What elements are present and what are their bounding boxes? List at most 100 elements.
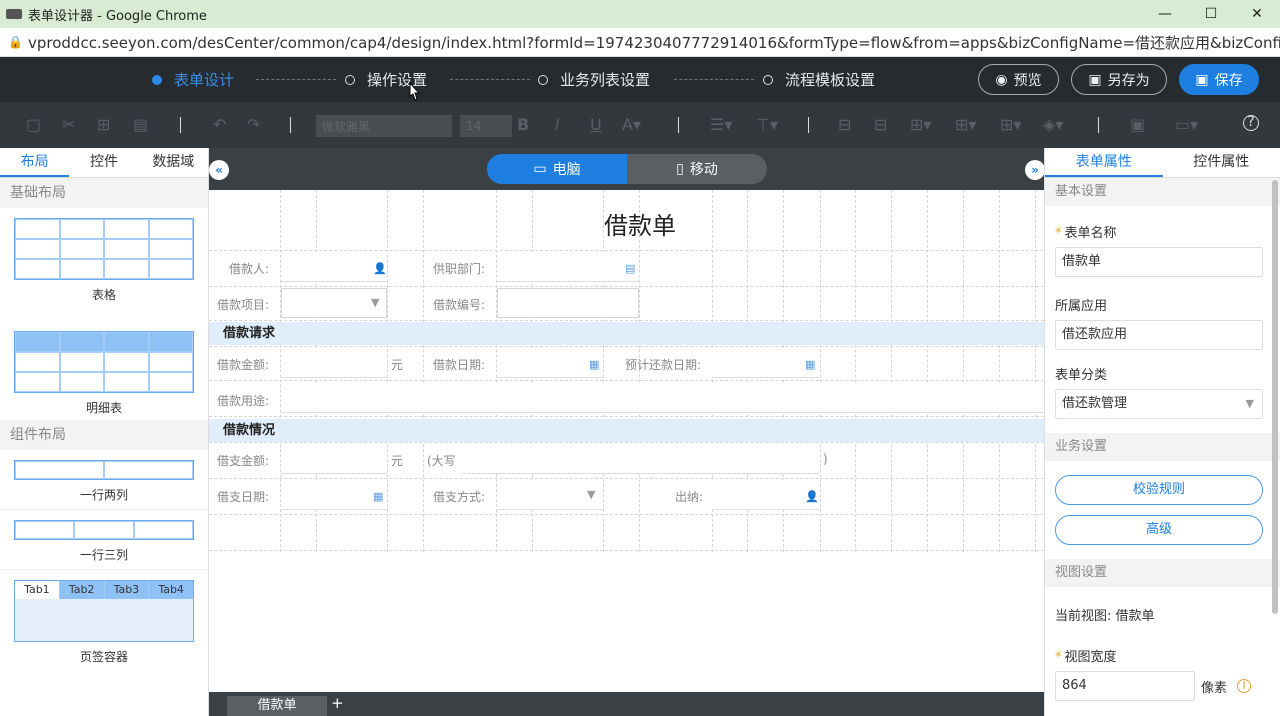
design-canvas-area: « ▭ 电脑 ▯ 移动 » 借款单 借款人: 👤 供职部门: ▤ 借款项目: ▼… — [209, 148, 1045, 716]
section-borrow-status[interactable]: 借款情况 — [209, 419, 1044, 442]
image-icon[interactable]: ▣ — [1130, 115, 1145, 134]
table-layout-item[interactable]: 表格 — [0, 208, 208, 321]
dept-input[interactable] — [497, 252, 639, 282]
merge-cells-icon[interactable]: ⊟ — [838, 115, 851, 134]
detail-table-item[interactable]: 明细表 — [0, 321, 208, 420]
step-connector — [674, 79, 754, 80]
view-tabs-bar: 借款单 + — [209, 692, 1044, 716]
demo-tab: Tab3 — [104, 581, 150, 599]
step-flow-template[interactable]: 流程模板设置 — [763, 69, 875, 90]
split-cells-icon[interactable]: ⊟ — [874, 115, 887, 134]
lock-icon: 🔒 — [8, 35, 23, 49]
app-input[interactable]: 借还款应用 — [1055, 320, 1263, 350]
save-as-button[interactable]: ▣ 另存为 — [1071, 64, 1167, 95]
minimize-button[interactable]: — — [1142, 0, 1188, 28]
field-label: 借款编号: — [433, 298, 486, 312]
font-color-icon[interactable]: A▾ — [622, 115, 641, 134]
underline-icon[interactable]: U — [590, 115, 602, 134]
tab-control-properties[interactable]: 控件属性 — [1163, 148, 1280, 177]
field-label: 预计还款日期: — [625, 358, 702, 372]
tab-container-item[interactable]: Tab1 Tab2 Tab3 Tab4 页签容器 — [0, 570, 208, 664]
italic-icon[interactable]: I — [555, 115, 560, 134]
daxie-input[interactable] — [461, 444, 819, 474]
pay-amount-input[interactable] — [281, 444, 387, 474]
section-borrow-request[interactable]: 借款请求 — [209, 322, 1044, 345]
two-column-item[interactable]: 一行两列 — [0, 450, 208, 510]
font-size-select[interactable]: 14 — [460, 115, 512, 137]
amount-input[interactable] — [281, 348, 387, 378]
window-title: 表单设计器 - Google Chrome — [28, 8, 207, 24]
fill-color-icon[interactable]: ◈▾ — [1043, 115, 1063, 134]
form-canvas[interactable]: 借款单 借款人: 👤 供职部门: ▤ 借款项目: ▼ 借款编号: 借款请求 借款… — [209, 190, 1044, 690]
detail-table-label: 明细表 — [85, 401, 122, 415]
borrower-input[interactable] — [281, 252, 387, 282]
bold-icon[interactable]: B — [517, 115, 529, 134]
phone-icon: ▯ — [676, 161, 684, 177]
tab-form-properties[interactable]: 表单属性 — [1045, 148, 1163, 177]
view-tab[interactable]: 借款单 — [227, 696, 327, 716]
insert-col-icon[interactable]: ⊞▾ — [955, 115, 976, 134]
insert-row-icon[interactable]: ⊞▾ — [910, 115, 931, 134]
field-label: 出纳: — [675, 490, 704, 504]
org-icon: ▤ — [625, 262, 636, 275]
form-name-input[interactable]: 借款单 — [1055, 247, 1263, 277]
table-layout-preview — [14, 218, 194, 280]
border-icon[interactable]: ⊞▾ — [1000, 115, 1021, 134]
calendar-icon: ▦ — [373, 490, 384, 503]
paste-icon[interactable]: ▤ — [133, 115, 148, 134]
step-label: 流程模板设置 — [785, 71, 876, 89]
collapse-left-icon[interactable]: « — [209, 160, 229, 180]
three-column-item[interactable]: 一行三列 — [0, 510, 208, 570]
toolbar-divider — [1098, 117, 1099, 133]
table-icon[interactable]: ⊞ — [97, 115, 110, 134]
info-icon[interactable]: i — [1237, 679, 1252, 693]
pay-date-input[interactable] — [281, 480, 387, 510]
font-family-select[interactable]: 微软雅黑 — [316, 115, 452, 137]
layout-icon[interactable]: ▭▾ — [1175, 115, 1198, 134]
font-family-value: 微软雅黑 — [322, 119, 371, 134]
cashier-input[interactable] — [712, 480, 819, 510]
undo-icon[interactable]: ↶ — [213, 115, 226, 134]
view-width-input[interactable]: 864 — [1055, 671, 1195, 701]
device-mobile-button[interactable]: ▯ 移动 — [627, 154, 767, 184]
redo-icon[interactable]: ↷ — [247, 115, 260, 134]
device-pc-button[interactable]: ▭ 电脑 — [487, 154, 627, 184]
preview-button[interactable]: ◉ 预览 — [978, 64, 1059, 95]
field-label: 借款项目: — [217, 298, 270, 312]
preview-label: 预览 — [1013, 72, 1042, 89]
copy-format-icon[interactable]: ▢ — [26, 115, 41, 134]
tab-layout[interactable]: 布局 — [0, 148, 70, 177]
save-button[interactable]: ▣ 保存 — [1179, 64, 1259, 95]
advanced-button[interactable]: 高级 — [1055, 515, 1263, 545]
step-connector — [256, 79, 336, 80]
step-form-design[interactable]: 表单设计 — [152, 69, 234, 90]
add-view-button[interactable]: + — [331, 694, 344, 712]
address-bar[interactable]: 🔒 vproddcc.seeyon.com/desCenter/common/c… — [0, 28, 1280, 57]
field-label: 借款人: — [229, 262, 270, 276]
demo-tab: Tab2 — [59, 581, 105, 599]
date-input[interactable] — [497, 348, 603, 378]
font-size-value: 14 — [466, 119, 482, 133]
left-panel: 布局 控件 数据域 基础布局 表格 明细表 组件布局 一行两列 一行三列 Tab… — [0, 148, 209, 716]
detail-table-preview — [14, 331, 194, 393]
device-pc-label: 电脑 — [552, 162, 581, 178]
cut-icon[interactable]: ✂ — [62, 115, 75, 134]
right-scrollbar[interactable] — [1272, 180, 1278, 614]
step-biz-list[interactable]: 业务列表设置 — [538, 69, 650, 90]
number-input[interactable] — [497, 288, 639, 318]
repay-date-input[interactable] — [712, 348, 819, 378]
help-icon[interactable]: ? — [1243, 115, 1259, 131]
validation-rules-button[interactable]: 校验规则 — [1055, 475, 1263, 505]
purpose-input[interactable] — [281, 383, 1044, 413]
tab-controls[interactable]: 控件 — [69, 148, 138, 177]
align-vertical-icon[interactable]: ⊤▾ — [756, 115, 778, 134]
url-text[interactable]: vproddcc.seeyon.com/desCenter/common/cap… — [28, 32, 1280, 53]
form-title[interactable]: 借款单 — [209, 206, 1044, 241]
close-button[interactable]: ✕ — [1234, 0, 1280, 28]
tab-container-preview: Tab1 Tab2 Tab3 Tab4 — [14, 580, 194, 642]
maximize-button[interactable]: ☐ — [1188, 0, 1234, 28]
collapse-right-icon[interactable]: » — [1025, 160, 1045, 180]
align-horizontal-icon[interactable]: ☰▾ — [710, 115, 732, 134]
tab-data-domain[interactable]: 数据域 — [139, 148, 208, 177]
category-select[interactable]: 借还款管理 ▼ — [1055, 389, 1263, 419]
